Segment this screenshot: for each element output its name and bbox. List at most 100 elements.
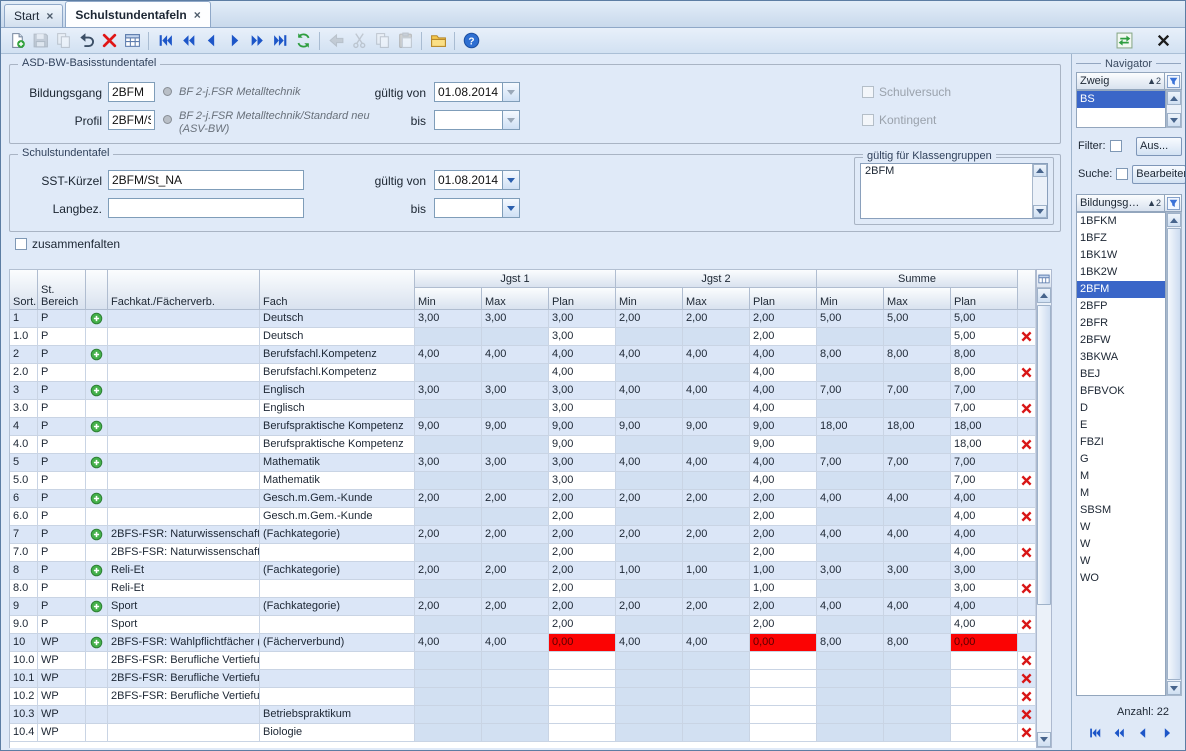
value-cell[interactable] xyxy=(549,688,616,706)
value-cell[interactable]: 3,00 xyxy=(951,562,1018,580)
fach-cell[interactable] xyxy=(260,688,415,706)
bereich-cell[interactable]: P xyxy=(38,418,86,436)
sort-cell[interactable]: 9 xyxy=(10,598,38,616)
value-cell[interactable]: 2,00 xyxy=(549,616,616,634)
value-cell[interactable] xyxy=(616,580,683,598)
value-cell[interactable]: 2,00 xyxy=(549,490,616,508)
value-cell[interactable] xyxy=(884,580,951,598)
sst-bis-combo[interactable] xyxy=(434,198,520,218)
table-row[interactable]: 10.4WPBiologie xyxy=(10,724,1036,742)
value-cell[interactable] xyxy=(683,670,750,688)
fachkat-cell[interactable]: 2BFS-FSR: Wahlpflichtfächer (a... xyxy=(108,634,260,652)
value-cell[interactable]: 9,00 xyxy=(750,436,817,454)
value-cell[interactable]: 2,00 xyxy=(750,490,817,508)
bereich-cell[interactable]: WP xyxy=(38,652,86,670)
value-cell[interactable]: 9,00 xyxy=(549,436,616,454)
fachkat-cell[interactable] xyxy=(108,382,260,400)
value-cell[interactable]: 2,00 xyxy=(549,562,616,580)
delete-row-button[interactable] xyxy=(1018,364,1036,382)
value-cell[interactable]: 8,00 xyxy=(817,346,884,364)
delete-row-button[interactable] xyxy=(1018,616,1036,634)
bildungsgang-item[interactable]: 1BK2W xyxy=(1077,264,1165,281)
value-cell[interactable]: 3,00 xyxy=(549,310,616,328)
bereich-cell[interactable]: WP xyxy=(38,634,86,652)
fachkat-cell[interactable]: 2BFS-FSR: Naturwissenschaften xyxy=(108,544,260,562)
value-cell[interactable]: 3,00 xyxy=(549,472,616,490)
value-cell[interactable] xyxy=(750,670,817,688)
klassengruppe-item[interactable]: 2BFM xyxy=(861,164,1047,178)
table-row[interactable]: 5PMathematik3,003,003,004,004,004,007,00… xyxy=(10,454,1036,472)
record-fast-prev-button[interactable] xyxy=(1108,724,1129,742)
value-cell[interactable]: 3,00 xyxy=(415,310,482,328)
value-cell[interactable] xyxy=(482,544,549,562)
sort-cell[interactable]: 1.0 xyxy=(10,328,38,346)
tab-schulstundentafeln[interactable]: Schulstundentafeln× xyxy=(65,1,210,27)
col-header-plan[interactable]: Plan xyxy=(549,288,616,310)
value-cell[interactable] xyxy=(884,436,951,454)
value-cell[interactable] xyxy=(683,580,750,598)
suche-bearbeiten-button[interactable]: Bearbeiten xyxy=(1132,165,1186,184)
add-row-button[interactable] xyxy=(86,382,108,400)
bildungsgang-item[interactable]: 2BFR xyxy=(1077,315,1165,332)
value-cell[interactable] xyxy=(616,436,683,454)
value-cell[interactable] xyxy=(884,400,951,418)
value-cell[interactable] xyxy=(415,724,482,742)
value-cell[interactable]: 4,00 xyxy=(482,346,549,364)
value-cell[interactable] xyxy=(616,328,683,346)
delete-row-button[interactable] xyxy=(1018,544,1036,562)
bereich-cell[interactable]: P xyxy=(38,364,86,382)
value-cell[interactable] xyxy=(884,688,951,706)
value-cell[interactable] xyxy=(750,706,817,724)
bildungsgang-item[interactable]: 1BFKM xyxy=(1077,213,1165,230)
sort-cell[interactable]: 2.0 xyxy=(10,364,38,382)
value-cell[interactable] xyxy=(750,724,817,742)
value-cell[interactable] xyxy=(616,544,683,562)
value-cell[interactable]: 1,00 xyxy=(750,580,817,598)
table-row[interactable]: 9PSport(Fachkategorie)2,002,002,002,002,… xyxy=(10,598,1036,616)
value-cell[interactable] xyxy=(817,724,884,742)
value-cell[interactable] xyxy=(817,364,884,382)
bereich-cell[interactable]: WP xyxy=(38,670,86,688)
value-cell[interactable]: 4,00 xyxy=(683,634,750,652)
fachkat-cell[interactable]: 2BFS-FSR: Berufliche Vertiefun... xyxy=(108,670,260,688)
value-cell[interactable] xyxy=(683,724,750,742)
value-cell[interactable] xyxy=(683,400,750,418)
value-cell[interactable] xyxy=(415,400,482,418)
value-cell[interactable] xyxy=(616,400,683,418)
value-cell[interactable]: 5,00 xyxy=(884,310,951,328)
value-cell[interactable]: 4,00 xyxy=(951,508,1018,526)
filter-checkbox[interactable] xyxy=(1110,140,1122,152)
sort-cell[interactable]: 2 xyxy=(10,346,38,364)
table-row[interactable]: 10.1WP2BFS-FSR: Berufliche Vertiefun... xyxy=(10,670,1036,688)
value-cell[interactable] xyxy=(817,706,884,724)
fach-cell[interactable] xyxy=(260,544,415,562)
value-cell[interactable]: 9,00 xyxy=(616,418,683,436)
value-cell[interactable] xyxy=(616,670,683,688)
value-cell[interactable] xyxy=(482,472,549,490)
fachkat-cell[interactable] xyxy=(108,724,260,742)
sort-cell[interactable]: 5.0 xyxy=(10,472,38,490)
fach-cell[interactable]: Berufsfachl.Kompetenz xyxy=(260,346,415,364)
fach-cell[interactable]: Mathematik xyxy=(260,472,415,490)
value-cell[interactable]: 2,00 xyxy=(415,490,482,508)
table-row[interactable]: 3.0PEnglisch3,004,007,00 xyxy=(10,400,1036,418)
value-cell[interactable]: 1,00 xyxy=(616,562,683,580)
value-cell[interactable]: 3,00 xyxy=(549,328,616,346)
fach-cell[interactable]: Berufsfachl.Kompetenz xyxy=(260,364,415,382)
fach-cell[interactable]: Deutsch xyxy=(260,310,415,328)
bereich-cell[interactable]: WP xyxy=(38,706,86,724)
save-button[interactable] xyxy=(29,30,51,52)
bereich-cell[interactable]: P xyxy=(38,454,86,472)
value-cell[interactable]: 3,00 xyxy=(549,382,616,400)
col-header-max[interactable]: Max xyxy=(482,288,549,310)
fach-cell[interactable]: Englisch xyxy=(260,400,415,418)
scroll-down-icon[interactable] xyxy=(1037,732,1051,747)
klassengruppen-list[interactable]: 2BFM xyxy=(860,163,1048,219)
value-cell[interactable]: 2,00 xyxy=(750,616,817,634)
fach-cell[interactable] xyxy=(260,616,415,634)
value-cell[interactable] xyxy=(951,724,1018,742)
fach-cell[interactable]: (Fachkategorie) xyxy=(260,562,415,580)
value-cell[interactable]: 2,00 xyxy=(549,580,616,598)
value-cell[interactable]: 4,00 xyxy=(750,346,817,364)
copy-cells-button[interactable] xyxy=(371,30,393,52)
